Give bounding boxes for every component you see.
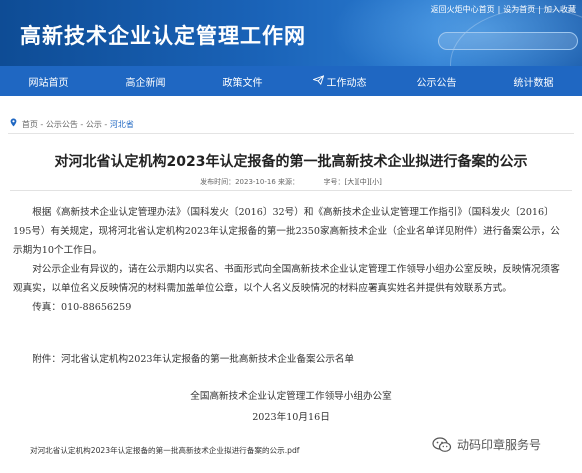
main-nav: 网站首页 高企新闻 政策文件 工作动态 公示公告 统计数据: [0, 66, 582, 96]
nav-item-work-updates[interactable]: 工作动态: [291, 74, 388, 89]
watermark-text: 动码印章服务号: [457, 438, 542, 452]
location-pin-icon: [10, 118, 20, 130]
link-add-favorite[interactable]: 加入收藏: [544, 5, 576, 14]
article-title: 对河北省认定机构2023年认定报备的第一批高新技术企业拟进行备案的公示: [54, 154, 528, 170]
breadcrumb-home[interactable]: 首页: [22, 120, 38, 129]
meta-divider: [10, 190, 572, 191]
paragraph-objection: 对公示企业有异议的，请在公示期内以实名、书面形式向全国高新技术企业认定管理工作领…: [13, 264, 560, 294]
search-input[interactable]: [438, 32, 578, 50]
publish-label: 发布时间：: [200, 178, 236, 186]
paper-plane-icon: [311, 74, 324, 88]
fontsize-label: 字号：: [323, 178, 345, 186]
nav-item-policy[interactable]: 政策文件: [194, 74, 291, 89]
attachment-pdf-link[interactable]: 对河北省认定机构2023年认定报备的第一批高新技术企业拟进行备案的公示.pdf: [30, 445, 299, 456]
article-body: 根据《高新技术企业认定管理办法》（国科发火〔2016〕32号）和《高新技术企业认…: [13, 203, 569, 317]
fax-line: 传真：010-88656259: [32, 302, 132, 313]
breadcrumb: 首页 - 公示公告 - 公示 - 河北省: [10, 118, 134, 130]
breadcrumb-hebei[interactable]: 河北省: [110, 120, 134, 129]
fontsize-small[interactable]: [小]: [369, 178, 381, 186]
publish-date: 2023-10-16: [235, 178, 276, 186]
site-title[interactable]: 高新技术企业认定管理工作网: [20, 20, 306, 50]
breadcrumb-divider: [8, 133, 574, 134]
wechat-icon: [432, 436, 452, 453]
nav-item-statistics[interactable]: 统计数据: [485, 74, 582, 89]
fontsize-large[interactable]: [大]: [344, 178, 356, 186]
source-label: 来源：: [278, 178, 300, 186]
breadcrumb-notice[interactable]: 公示: [86, 120, 102, 129]
nav-item-home[interactable]: 网站首页: [0, 74, 97, 89]
link-set-homepage[interactable]: 设为首页: [503, 5, 535, 14]
top-links: 返回火炬中心首页 | 设为首页 | 加入收藏: [430, 5, 576, 14]
signature-date: 2023年10月16日: [252, 412, 330, 423]
paragraph-basis: 根据《高新技术企业认定管理办法》（国科发火〔2016〕32号）和《高新技术企业认…: [13, 207, 560, 256]
breadcrumb-announcements[interactable]: 公示公告: [46, 120, 78, 129]
fontsize-medium[interactable]: [中]: [357, 178, 369, 186]
attachment-line: 附件：河北省认定机构2023年认定报备的第一批高新技术企业备案公示名单: [32, 354, 355, 365]
attachment-note: 附件：河北省认定机构2023年认定报备的第一批高新技术企业备案公示名单: [13, 350, 569, 369]
signature: 全国高新技术企业认定管理工作领导小组办公室: [190, 391, 392, 402]
nav-item-news[interactable]: 高企新闻: [97, 74, 194, 89]
link-torch-home[interactable]: 返回火炬中心首页: [431, 5, 495, 14]
site-header: 高新技术企业认定管理工作网 返回火炬中心首页 | 设为首页 | 加入收藏: [0, 0, 582, 66]
article-meta: 发布时间：2023-10-16 来源： 字号：[大][中][小]: [0, 177, 582, 187]
nav-item-announcements[interactable]: 公示公告: [388, 74, 485, 89]
watermark: 动码印章服务号: [432, 436, 541, 453]
